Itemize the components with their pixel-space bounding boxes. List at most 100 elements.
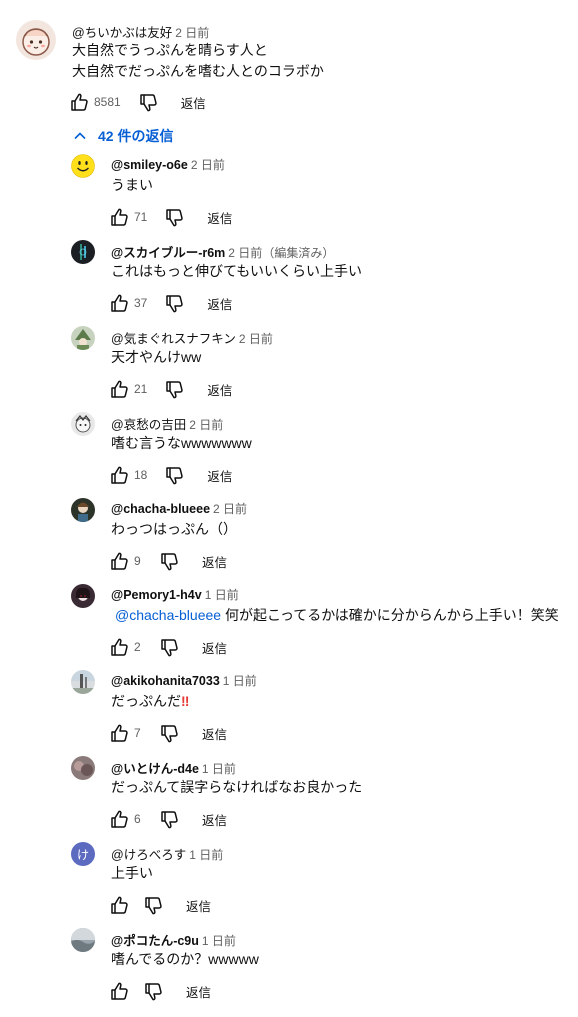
avatar[interactable] xyxy=(71,240,95,264)
comment-text: わっつはっぷん（） xyxy=(111,521,237,537)
comment-actions: 71 返信 xyxy=(108,205,232,229)
reply-button[interactable]: 返信 xyxy=(202,552,227,571)
comment-text-body: だっぷんだ xyxy=(111,693,181,709)
comment-header: @スカイブルー-r6m 2 日前（編集済み） xyxy=(111,242,334,261)
author-name[interactable]: @けろべろす xyxy=(111,848,186,862)
like-icon[interactable] xyxy=(108,722,130,744)
like-icon[interactable] xyxy=(108,550,130,572)
timestamp[interactable]: 2 日前 xyxy=(239,332,273,346)
avatar[interactable] xyxy=(71,928,95,952)
avatar-image-icon xyxy=(71,928,95,952)
reply-button[interactable]: 返信 xyxy=(186,982,211,1001)
comment-text: うまい xyxy=(111,177,153,193)
dislike-icon[interactable] xyxy=(163,292,185,314)
dislike-icon[interactable] xyxy=(163,464,185,486)
dislike-icon[interactable] xyxy=(163,378,185,400)
avatar[interactable] xyxy=(71,412,95,436)
timestamp[interactable]: 2 日前 xyxy=(175,26,209,40)
author-name[interactable]: @akikohanita7033 xyxy=(111,674,220,688)
timestamp[interactable]: 1 日前 xyxy=(202,934,236,948)
avatar-image-icon xyxy=(77,502,89,522)
dislike-icon[interactable] xyxy=(158,636,180,658)
reply-button[interactable]: 返信 xyxy=(207,294,232,313)
avatar-image-icon xyxy=(75,587,91,601)
comment-actions: 9 返信 xyxy=(108,549,227,573)
reply-button[interactable]: 返信 xyxy=(207,380,232,399)
reply-button[interactable]: 返信 xyxy=(202,810,227,829)
comment-text: 嗜んでるのか？wwwww xyxy=(111,951,259,967)
like-icon[interactable] xyxy=(108,808,130,830)
like-icon[interactable] xyxy=(108,894,130,916)
comment-header: @いとけん-d4e 1 日前 xyxy=(111,758,236,777)
reply-button[interactable]: 返信 xyxy=(181,93,206,112)
like-icon[interactable] xyxy=(108,206,130,228)
avatar[interactable]: け xyxy=(71,842,95,866)
comment-text: 嗜む言うなwwwwwww xyxy=(111,435,252,451)
smiley-face-icon xyxy=(71,154,95,178)
like-icon[interactable] xyxy=(68,91,90,113)
timestamp[interactable]: 2 日前 xyxy=(191,158,225,172)
author-name[interactable]: @Pemory1-h4v xyxy=(111,588,202,602)
reply-button[interactable]: 返信 xyxy=(202,724,227,743)
author-name[interactable]: @哀愁の吉田 xyxy=(111,418,186,432)
double-exclamation-emoji-icon: ‼ xyxy=(181,693,190,709)
timestamp[interactable]: 2 日前 xyxy=(189,418,223,432)
comment-text-line: 大自然でうっぷんを晴らす人と xyxy=(72,42,268,58)
timestamp[interactable]: 1 日前 xyxy=(189,848,223,862)
hide-replies-button[interactable]: 42 件の返信 xyxy=(72,126,173,146)
avatar-image-icon xyxy=(74,761,93,776)
author-name[interactable]: @smiley-o6e xyxy=(111,158,188,172)
author-name[interactable]: @気まぐれスナフキン xyxy=(111,332,236,346)
like-count: 8581 xyxy=(94,95,121,109)
comment-text: 天才やんけww xyxy=(111,349,202,365)
author-name[interactable]: @スカイブルー-r6m xyxy=(111,246,225,260)
dislike-icon[interactable] xyxy=(137,91,159,113)
mention-link[interactable]: @chacha-blueee xyxy=(115,607,221,623)
avatar[interactable] xyxy=(71,498,95,522)
edited-label: （編集済み） xyxy=(262,246,335,260)
comment-text: だっぷんて誤字らなければなお良かった xyxy=(111,779,363,795)
reply-button[interactable]: 返信 xyxy=(207,466,232,485)
reply-button[interactable]: 返信 xyxy=(202,638,227,657)
avatar[interactable] xyxy=(71,326,95,350)
avatar[interactable] xyxy=(71,670,95,694)
like-icon[interactable] xyxy=(108,636,130,658)
reply-button[interactable]: 返信 xyxy=(207,208,232,227)
comment-header: @けろべろす 1 日前 xyxy=(111,844,223,863)
author-name[interactable]: @いとけん-d4e xyxy=(111,762,199,776)
timestamp[interactable]: 2 日前 xyxy=(213,502,247,516)
dislike-icon[interactable] xyxy=(158,550,180,572)
comment-actions: 返信 xyxy=(108,893,211,917)
comment-header: @哀愁の吉田 2 日前 xyxy=(111,414,223,433)
dislike-icon[interactable] xyxy=(163,206,185,228)
like-icon[interactable] xyxy=(108,980,130,1002)
comment-actions: 2 返信 xyxy=(108,635,227,659)
avatar[interactable] xyxy=(71,584,95,608)
avatar-image-icon xyxy=(79,244,87,260)
avatar[interactable] xyxy=(16,20,56,60)
comment-header: @気まぐれスナフキン 2 日前 xyxy=(111,328,273,347)
avatar[interactable] xyxy=(71,756,95,780)
dislike-icon[interactable] xyxy=(142,980,164,1002)
timestamp[interactable]: 1 日前 xyxy=(205,588,239,602)
dislike-icon[interactable] xyxy=(158,722,180,744)
comment-text-line: 大自然でだっぷんを嗜む人とのコラボか xyxy=(72,63,324,79)
timestamp[interactable]: 1 日前 xyxy=(202,762,236,776)
comment-header: @chacha-blueee 2 日前 xyxy=(111,500,247,517)
dislike-icon[interactable] xyxy=(158,808,180,830)
avatar[interactable] xyxy=(71,154,95,178)
like-icon[interactable] xyxy=(108,292,130,314)
like-icon[interactable] xyxy=(108,464,130,486)
comment-actions: 返信 xyxy=(108,979,211,1003)
author-name[interactable]: @chacha-blueee xyxy=(111,502,210,516)
dislike-icon[interactable] xyxy=(142,894,164,916)
reply-button[interactable]: 返信 xyxy=(186,896,211,915)
timestamp[interactable]: 2 日前 xyxy=(228,246,262,260)
like-icon[interactable] xyxy=(108,378,130,400)
timestamp[interactable]: 1 日前 xyxy=(223,674,257,688)
author-name[interactable]: @ちいかぶは友好 xyxy=(72,26,172,40)
comment-actions: 6 返信 xyxy=(108,807,227,831)
author-name[interactable]: @ポコたん-c9u xyxy=(111,934,199,948)
comment-text: 上手い xyxy=(111,865,153,881)
comment-text: だっぷんだ‼ xyxy=(111,691,189,712)
